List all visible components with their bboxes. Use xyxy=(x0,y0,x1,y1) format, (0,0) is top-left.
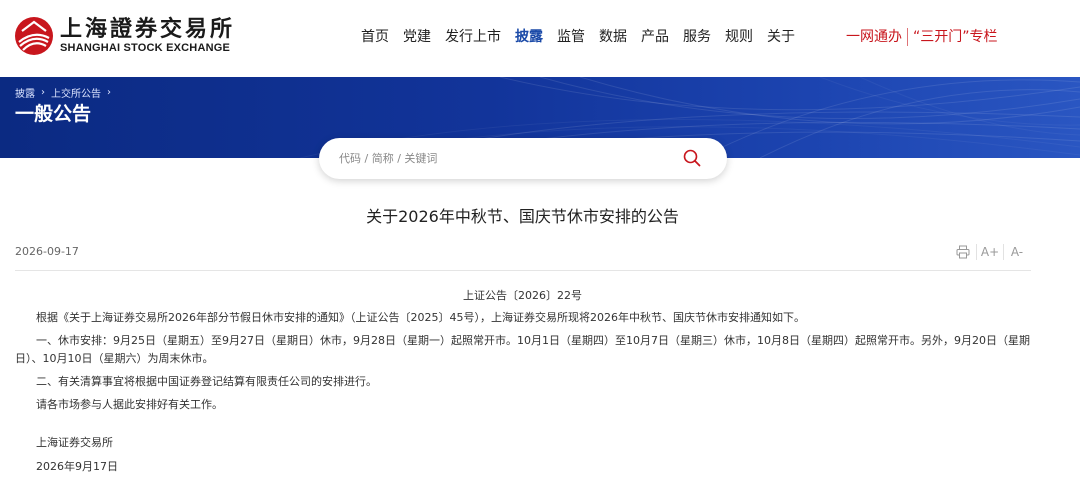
logo-chinese-name: 上海證券交易所 xyxy=(60,16,236,42)
nav-party[interactable]: 党建 xyxy=(403,26,431,48)
publish-date: 2026-09-17 xyxy=(15,245,79,258)
search-icon[interactable] xyxy=(683,149,701,167)
chevron-right-icon: › xyxy=(41,87,45,98)
font-increase-button[interactable]: A+ xyxy=(980,242,1000,262)
nav-data[interactable]: 数据 xyxy=(599,26,627,48)
font-decrease-button[interactable]: A- xyxy=(1007,242,1027,262)
nav-listing[interactable]: 发行上市 xyxy=(445,26,501,48)
nav-rules[interactable]: 规则 xyxy=(725,26,753,48)
page-title: 一般公告 xyxy=(15,103,92,125)
nav-regulation[interactable]: 监管 xyxy=(557,26,585,48)
tool-divider xyxy=(1003,244,1004,260)
main-nav: 首页 党建 发行上市 披露 监管 数据 产品 服务 规则 关于 xyxy=(361,26,809,48)
search-input[interactable] xyxy=(339,148,669,168)
search-box xyxy=(319,138,727,179)
chevron-right-icon: › xyxy=(107,87,111,98)
body-paragraph: 一、休市安排：9月25日（星期五）至9月27日（星期日）休市，9月28日（星期一… xyxy=(15,334,1030,365)
printer-icon xyxy=(956,245,970,259)
sse-logo[interactable]: 上海證券交易所 SHANGHAI STOCK EXCHANGE xyxy=(14,16,235,56)
tool-divider xyxy=(976,244,977,260)
breadcrumb-disclosure[interactable]: 披露 xyxy=(15,85,35,100)
document-number: 上证公告〔2026〕22号 xyxy=(463,289,582,302)
breadcrumb-announcements[interactable]: 上交所公告 xyxy=(51,85,101,100)
nav-services[interactable]: 服务 xyxy=(683,26,711,48)
site-header: 上海證券交易所 SHANGHAI STOCK EXCHANGE 首页 党建 发行… xyxy=(0,0,1080,77)
special-divider xyxy=(907,28,908,46)
article-title: 关于2026年中秋节、国庆节休市安排的公告 xyxy=(366,207,679,226)
special-links: 一网通办 “三开门”专栏 xyxy=(846,26,998,48)
print-button[interactable] xyxy=(953,242,973,262)
signature-date: 2026年9月17日 xyxy=(36,460,118,473)
body-paragraph: 二、有关清算事宜将根据中国证券登记结算有限责任公司的安排进行。 xyxy=(36,375,377,388)
sse-logo-icon xyxy=(15,17,53,55)
nav-home[interactable]: 首页 xyxy=(361,26,389,48)
three-open-doors-link[interactable]: “三开门”专栏 xyxy=(913,26,998,48)
logo-english-name: SHANGHAI STOCK EXCHANGE xyxy=(60,42,231,54)
signature-organization: 上海证券交易所 xyxy=(36,436,113,449)
one-stop-service-link[interactable]: 一网通办 xyxy=(846,26,902,48)
nav-about[interactable]: 关于 xyxy=(767,26,795,48)
nav-disclosure[interactable]: 披露 xyxy=(515,26,543,48)
article-meta-bar: 2026-09-17 A+ A- xyxy=(15,242,1031,271)
body-paragraph: 根据《关于上海证券交易所2026年部分节假日休市安排的通知》（上证公告〔2025… xyxy=(36,311,805,324)
article-tools: A+ A- xyxy=(953,242,1027,262)
body-paragraph: 请各市场参与人据此安排好有关工作。 xyxy=(36,398,223,411)
nav-products[interactable]: 产品 xyxy=(641,26,669,48)
breadcrumb: 披露 › 上交所公告 › xyxy=(15,85,117,100)
